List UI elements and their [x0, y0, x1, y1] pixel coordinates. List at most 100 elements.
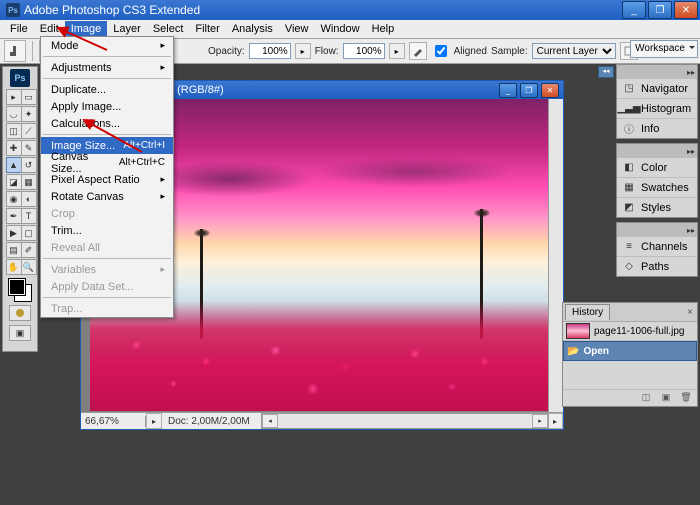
pen-tool[interactable]: ✒ — [6, 208, 22, 224]
menu-layer[interactable]: Layer — [107, 21, 147, 37]
stamp-tool[interactable]: ▲ — [6, 157, 22, 173]
document-close-button[interactable]: ✕ — [541, 83, 559, 98]
status-menu-icon[interactable]: ▸ — [547, 413, 563, 429]
menu-filter[interactable]: Filter — [189, 21, 225, 37]
menu-item-apply-data: Apply Data Set... — [41, 278, 173, 295]
image-menu-dropdown: Mode▸ Adjustments▸ Duplicate... Apply Im… — [40, 36, 174, 318]
panel-collapse-icon[interactable]: ▸▸ — [687, 68, 695, 77]
menu-item-adjustments[interactable]: Adjustments▸ — [41, 59, 173, 76]
window-restore-button[interactable]: ❐ — [648, 1, 672, 19]
path-select-tool[interactable]: ▶ — [6, 225, 22, 241]
navigator-group: ▸▸ ◳Navigator ▁▃▅Histogram ⓘInfo — [616, 64, 698, 139]
open-icon: 📂 — [567, 346, 579, 357]
panel-collapse-icon[interactable]: ▸▸ — [687, 147, 695, 156]
opacity-arrow-icon[interactable]: ▸ — [295, 43, 311, 59]
menu-item-canvas-size[interactable]: Canvas Size...Alt+Ctrl+C — [41, 154, 173, 171]
eraser-tool[interactable]: ◪ — [6, 174, 22, 190]
opacity-label: Opacity: — [208, 46, 245, 57]
flow-arrow-icon[interactable]: ▸ — [389, 43, 405, 59]
menu-file[interactable]: File — [4, 21, 34, 37]
zoom-field[interactable]: 66,67% — [81, 416, 146, 427]
history-filename: page11-1006-full.jpg — [594, 326, 684, 337]
menu-help[interactable]: Help — [366, 21, 401, 37]
menu-item-duplicate[interactable]: Duplicate... — [41, 81, 173, 98]
history-panel: History × page11-1006-full.jpg 📂 Open ◫ … — [562, 302, 698, 407]
document-restore-button[interactable]: ❐ — [520, 83, 538, 98]
menu-view[interactable]: View — [279, 21, 315, 37]
sample-select[interactable]: Current Layer — [532, 43, 616, 59]
brush-tool[interactable]: ✎ — [21, 140, 37, 156]
history-source-row[interactable]: page11-1006-full.jpg — [563, 322, 697, 341]
hand-tool[interactable]: ✋ — [6, 259, 22, 275]
color-swatches[interactable] — [9, 279, 31, 301]
horizontal-scrollbar[interactable]: ◂▸ — [261, 413, 549, 429]
window-close-button[interactable]: ✕ — [674, 1, 698, 19]
delete-state-icon[interactable]: 🗑 — [679, 392, 693, 404]
menu-item-rotate-canvas[interactable]: Rotate Canvas▸ — [41, 188, 173, 205]
zoom-tool[interactable]: 🔍 — [21, 259, 37, 275]
flow-input[interactable] — [343, 43, 385, 59]
panel-dock-toggle[interactable]: ◂◂ — [598, 66, 614, 78]
menu-item-pixel-aspect[interactable]: Pixel Aspect Ratio▸ — [41, 171, 173, 188]
menu-item-apply-image[interactable]: Apply Image... — [41, 98, 173, 115]
color-group: ▸▸ ◧Color ▦Swatches ◩Styles — [616, 143, 698, 218]
move-tool[interactable]: ▸ — [6, 89, 22, 105]
document-minimize-button[interactable]: _ — [499, 83, 517, 98]
wand-tool[interactable]: ✦ — [21, 106, 37, 122]
history-thumb — [566, 323, 590, 339]
foreground-color[interactable] — [9, 279, 25, 295]
history-close-icon[interactable]: × — [683, 307, 697, 318]
opacity-input[interactable] — [249, 43, 291, 59]
channels-tab[interactable]: ≡Channels — [617, 237, 697, 257]
menu-edit[interactable]: Edit — [34, 21, 65, 37]
styles-tab[interactable]: ◩Styles — [617, 198, 697, 217]
info-tab[interactable]: ⓘInfo — [617, 119, 697, 138]
color-tab[interactable]: ◧Color — [617, 158, 697, 178]
menu-select[interactable]: Select — [147, 21, 190, 37]
lasso-tool[interactable]: ◡ — [6, 106, 22, 122]
new-doc-icon[interactable]: ▣ — [659, 392, 673, 404]
menu-window[interactable]: Window — [314, 21, 365, 37]
crop-tool[interactable]: ◫ — [6, 123, 22, 139]
quickmask-icon[interactable] — [9, 305, 31, 321]
menu-analysis[interactable]: Analysis — [226, 21, 279, 37]
history-state-open[interactable]: 📂 Open — [563, 341, 697, 361]
shape-tool[interactable]: ▢ — [21, 225, 37, 241]
histogram-tab[interactable]: ▁▃▅Histogram — [617, 99, 697, 119]
screenmode-icon[interactable]: ▣ — [9, 325, 31, 341]
app-titlebar: Ps Adobe Photoshop CS3 Extended _ ❐ ✕ — [0, 0, 700, 20]
sample-label: Sample: — [491, 46, 528, 57]
vertical-scrollbar[interactable] — [548, 99, 563, 413]
ps-logo-icon: Ps — [10, 69, 30, 87]
menu-item-trim[interactable]: Trim... — [41, 222, 173, 239]
paths-tab[interactable]: ◇Paths — [617, 257, 697, 276]
eyedropper-tool[interactable]: ✐ — [21, 242, 37, 258]
app-icon: Ps — [6, 3, 20, 17]
workspace-picker[interactable]: Workspace — [630, 40, 698, 58]
panel-collapse-icon[interactable]: ▸▸ — [687, 226, 695, 235]
history-tab[interactable]: History — [565, 304, 610, 320]
marquee-tool[interactable]: ▭ — [21, 89, 37, 105]
window-minimize-button[interactable]: _ — [622, 1, 646, 19]
menu-item-mode[interactable]: Mode▸ — [41, 37, 173, 54]
slice-tool[interactable]: ⟋ — [21, 123, 37, 139]
gradient-tool[interactable]: ▦ — [21, 174, 37, 190]
navigator-tab[interactable]: ◳Navigator — [617, 79, 697, 99]
history-brush-tool[interactable]: ↺ — [21, 157, 37, 173]
airbrush-icon[interactable] — [409, 42, 427, 60]
swatches-tab[interactable]: ▦Swatches — [617, 178, 697, 198]
channels-group: ▸▸ ≡Channels ◇Paths — [616, 222, 698, 277]
new-snapshot-icon[interactable]: ◫ — [639, 392, 653, 404]
heal-tool[interactable]: ✚ — [6, 140, 22, 156]
menu-image[interactable]: Image — [65, 21, 108, 37]
menu-item-calculations[interactable]: Calculations... — [41, 115, 173, 132]
navigator-icon: ◳ — [621, 82, 637, 96]
blur-tool[interactable]: ◉ — [6, 191, 22, 207]
color-icon: ◧ — [621, 161, 637, 175]
status-arrow-icon[interactable]: ▸ — [146, 413, 162, 429]
type-tool[interactable]: T — [21, 208, 37, 224]
current-tool-icon[interactable] — [4, 40, 26, 62]
aligned-checkbox[interactable] — [435, 45, 447, 57]
dodge-tool[interactable]: ◐ — [21, 191, 37, 207]
notes-tool[interactable]: ▤ — [6, 242, 22, 258]
